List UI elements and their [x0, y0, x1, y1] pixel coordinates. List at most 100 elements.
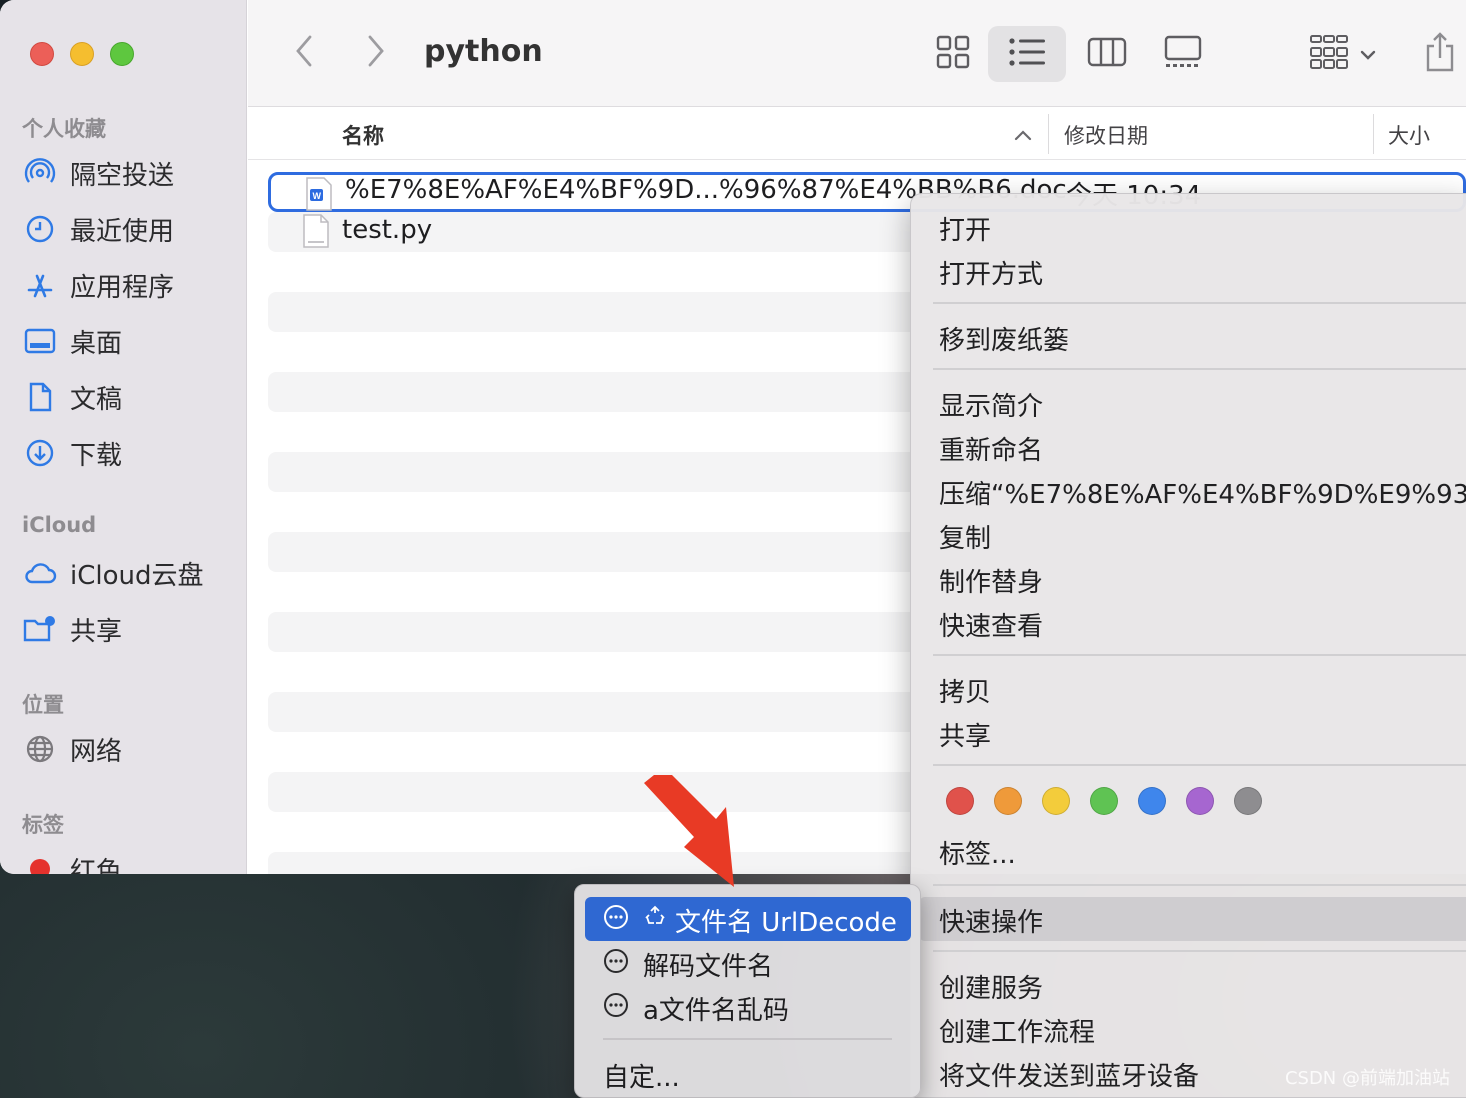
- submenu-divider: [603, 1038, 892, 1040]
- zoom-window-button[interactable]: [110, 42, 134, 66]
- close-window-button[interactable]: [30, 42, 54, 66]
- menu-item-share[interactable]: 共享: [939, 716, 991, 753]
- submenu-item-urldecode[interactable]: 文件名 UrlDecode: [603, 902, 897, 939]
- menu-item-open[interactable]: 打开: [939, 210, 991, 247]
- gallery-icon: [1163, 35, 1203, 73]
- watermark: CSDN @前端加油站: [1284, 1068, 1450, 1089]
- submenu-item-label: 解码文件名: [643, 952, 774, 982]
- menu-divider: [933, 950, 1466, 952]
- sidebar-item-label: 最近使用: [70, 216, 175, 247]
- tag-color-yellow[interactable]: [1042, 787, 1070, 815]
- menu-divider: [933, 368, 1466, 370]
- menu-divider: [933, 654, 1466, 656]
- sidebar-item-applications[interactable]: 应用程序: [22, 265, 174, 305]
- sidebar-item-network[interactable]: 网络: [22, 729, 122, 769]
- menu-divider: [933, 884, 1466, 886]
- tag-color-orange[interactable]: [994, 787, 1022, 815]
- sidebar-item-desktop[interactable]: 桌面: [22, 321, 122, 361]
- cloud-icon: [22, 557, 58, 589]
- sidebar-item-icloud-drive[interactable]: iCloud云盘: [22, 553, 204, 593]
- download-icon: [22, 437, 58, 469]
- globe-icon: [22, 733, 58, 765]
- column-divider[interactable]: [1373, 114, 1374, 154]
- menu-item-create-service[interactable]: 创建服务: [939, 968, 1043, 1005]
- ellipsis-circle-icon: [603, 948, 629, 981]
- menu-item-tags[interactable]: 标签...: [939, 834, 1016, 871]
- sidebar-item-tag-red[interactable]: 红色: [22, 849, 122, 874]
- red-tag-dot-icon: [22, 853, 58, 874]
- column-divider[interactable]: [1048, 114, 1049, 154]
- ellipsis-circle-icon: [603, 904, 629, 937]
- sidebar-item-label: 应用程序: [70, 272, 175, 303]
- back-button[interactable]: [284, 30, 324, 76]
- menu-item-quick-look[interactable]: 快速查看: [939, 606, 1043, 643]
- minimize-window-button[interactable]: [70, 42, 94, 66]
- column-modified-header[interactable]: 修改日期: [1064, 120, 1148, 150]
- sidebar: 个人收藏 隔空投送 最近使用 应用程序 桌面 文稿 下载 iCloud iClo…: [0, 0, 247, 874]
- submenu-item-customize[interactable]: 自定...: [603, 1057, 680, 1094]
- menu-item-quick-actions[interactable]: 快速操作: [939, 902, 1043, 939]
- sort-ascending-chevron-icon[interactable]: [1014, 126, 1032, 145]
- recycle-icon: [643, 905, 667, 936]
- tag-color-gray[interactable]: [1234, 787, 1262, 815]
- group-by-button[interactable]: [1308, 26, 1378, 82]
- sidebar-item-label: 红色: [70, 856, 123, 875]
- sidebar-item-shared[interactable]: 共享: [22, 609, 122, 649]
- menu-item-make-alias[interactable]: 制作替身: [939, 562, 1043, 599]
- window-title: python: [424, 34, 543, 69]
- file-name: test.py: [342, 215, 433, 245]
- python-file-icon: [302, 214, 330, 252]
- submenu-item-decode-filename[interactable]: 解码文件名: [603, 946, 773, 983]
- document-icon: [22, 381, 58, 413]
- shared-folder-icon: [22, 613, 58, 645]
- column-header: 名称 修改日期 大小: [248, 108, 1466, 160]
- menu-item-create-workflow[interactable]: 创建工作流程: [939, 1012, 1095, 1049]
- menu-item-copy[interactable]: 拷贝: [939, 672, 991, 709]
- sidebar-item-recents[interactable]: 最近使用: [22, 209, 174, 249]
- context-menu: 打开 打开方式 移到废纸篓 显示简介 重新命名 压缩“%E7%8E%AF%E4%…: [910, 193, 1466, 1098]
- clock-icon: [22, 213, 58, 245]
- sidebar-item-downloads[interactable]: 下载: [22, 433, 122, 473]
- menu-item-compress[interactable]: 压缩“%E7%8E%AF%E4%BF%9D%E9%93%: [939, 474, 1466, 511]
- sidebar-item-label: 共享: [70, 616, 123, 647]
- sidebar-item-documents[interactable]: 文稿: [22, 377, 122, 417]
- chevron-right-icon: [366, 34, 386, 72]
- sidebar-item-label: 文稿: [70, 384, 123, 415]
- list-icon: [1009, 38, 1045, 70]
- chevron-down-icon: [1360, 45, 1376, 64]
- ellipsis-circle-icon: [603, 992, 629, 1025]
- chevron-left-icon: [294, 34, 314, 72]
- menu-item-duplicate[interactable]: 复制: [939, 518, 991, 555]
- forward-button[interactable]: [356, 30, 396, 76]
- tags-section-title: 标签: [22, 813, 64, 837]
- toolbar: python: [248, 0, 1466, 107]
- sidebar-item-airdrop[interactable]: 隔空投送: [22, 153, 174, 193]
- icon-view-button[interactable]: [928, 26, 978, 82]
- column-view-button[interactable]: [1082, 26, 1132, 82]
- submenu-item-label: 文件名 UrlDecode: [675, 908, 897, 938]
- favorites-section-title: 个人收藏: [22, 117, 106, 141]
- column-name-header[interactable]: 名称: [342, 120, 384, 150]
- submenu-item-garbled-filename[interactable]: a文件名乱码: [603, 990, 789, 1027]
- sidebar-item-label: 隔空投送: [70, 160, 175, 191]
- group-grid-icon: [1310, 35, 1348, 73]
- list-view-button[interactable]: [988, 26, 1066, 82]
- tag-color-blue[interactable]: [1138, 787, 1166, 815]
- sidebar-item-label: 下载: [70, 440, 123, 471]
- menu-item-send-bluetooth[interactable]: 将文件发送到蓝牙设备: [939, 1056, 1199, 1093]
- tag-color-green[interactable]: [1090, 787, 1118, 815]
- menu-item-open-with[interactable]: 打开方式: [939, 254, 1043, 291]
- menu-divider: [933, 302, 1466, 304]
- column-size-header[interactable]: 大小: [1388, 120, 1430, 150]
- desktop-icon: [22, 325, 58, 357]
- locations-section-title: 位置: [22, 693, 64, 717]
- menu-item-move-to-trash[interactable]: 移到废纸篓: [939, 320, 1069, 357]
- menu-item-get-info[interactable]: 显示简介: [939, 386, 1043, 423]
- sidebar-item-label: 网络: [70, 736, 123, 767]
- tag-color-purple[interactable]: [1186, 787, 1214, 815]
- gallery-view-button[interactable]: [1158, 26, 1208, 82]
- submenu-item-label: a文件名乱码: [643, 996, 789, 1026]
- share-button[interactable]: [1420, 26, 1460, 82]
- tag-color-red[interactable]: [946, 787, 974, 815]
- menu-item-rename[interactable]: 重新命名: [939, 430, 1043, 467]
